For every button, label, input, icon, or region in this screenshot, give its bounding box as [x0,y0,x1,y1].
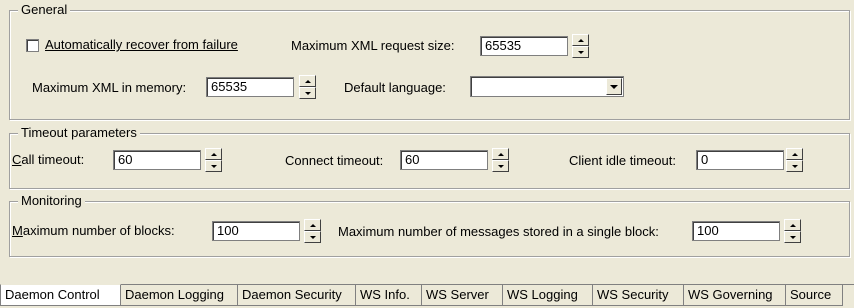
max-blocks-label-accel: M [12,223,23,238]
max-blocks-input[interactable]: 100 [212,221,300,241]
max-messages-label: Maximum number of messages stored in a s… [338,224,659,239]
arrow-down-icon [577,50,584,54]
arrow-up-icon [210,152,217,156]
auto-recover-checkbox[interactable] [26,39,39,52]
tab-ws-info[interactable]: WS Info. [356,285,422,306]
connect-timeout-spinner[interactable] [492,148,509,172]
spin-down-button[interactable] [205,160,222,172]
general-group-title: General [18,2,71,18]
chevron-down-icon [610,84,618,89]
tab-ws-security[interactable]: WS Security [593,285,684,306]
arrow-up-icon [791,152,798,156]
max-xml-request-label: Maximum XML request size: [291,38,455,53]
call-timeout-spinner[interactable] [205,148,222,172]
max-xml-request-spinner[interactable] [572,34,589,58]
spin-down-button[interactable] [299,87,316,99]
spin-up-button[interactable] [205,148,222,160]
arrow-down-icon [304,91,311,95]
spin-down-button[interactable] [492,160,509,172]
call-timeout-label-accel: C [12,152,22,167]
call-timeout-input[interactable]: 60 [113,150,201,170]
client-idle-timeout-spinner[interactable] [786,148,803,172]
spin-up-button[interactable] [784,219,801,231]
spin-up-button[interactable] [786,148,803,160]
max-xml-memory-label: Maximum XML in memory: [32,80,187,95]
arrow-up-icon [309,223,316,227]
call-timeout-label: Call timeout: [12,150,84,170]
max-messages-input[interactable]: 100 [692,221,780,241]
spin-up-button[interactable] [304,219,321,231]
auto-recover-label[interactable]: Automatically recover from failure [45,35,238,55]
spin-down-button[interactable] [304,231,321,243]
default-language-select[interactable] [470,76,624,97]
arrow-up-icon [497,152,504,156]
connect-timeout-input[interactable]: 60 [400,150,488,170]
client-idle-timeout-label: Client idle timeout: [569,153,676,168]
max-blocks-label-rest: aximum number of blocks: [22,223,175,238]
arrow-up-icon [304,79,311,83]
default-language-label: Default language: [344,80,446,95]
tab-strip: Daemon Control Daemon Logging Daemon Sec… [0,284,854,308]
arrow-down-icon [309,235,316,239]
arrow-up-icon [789,223,796,227]
connect-timeout-label: Connect timeout: [285,153,384,168]
tab-daemon-security[interactable]: Daemon Security [238,285,356,306]
max-blocks-spinner[interactable] [304,219,321,243]
max-blocks-label: Maximum number of blocks: [12,221,175,241]
tab-source[interactable]: Source [786,285,843,306]
general-group: General [9,2,850,120]
spin-up-button[interactable] [572,34,589,46]
spin-down-button[interactable] [786,160,803,172]
tab-ws-server[interactable]: WS Server [422,285,503,306]
timeout-group-title: Timeout parameters [18,125,140,141]
arrow-down-icon [791,164,798,168]
client-idle-timeout-input[interactable]: 0 [696,150,784,170]
tab-daemon-control[interactable]: Daemon Control [0,284,121,306]
arrow-up-icon [577,38,584,42]
spin-up-button[interactable] [492,148,509,160]
max-messages-spinner[interactable] [784,219,801,243]
spin-up-button[interactable] [299,75,316,87]
arrow-down-icon [497,164,504,168]
arrow-down-icon [210,164,217,168]
monitoring-group-title: Monitoring [18,193,85,209]
arrow-down-icon [789,235,796,239]
spin-down-button[interactable] [572,46,589,58]
spin-down-button[interactable] [784,231,801,243]
max-xml-memory-spinner[interactable] [299,75,316,99]
tab-daemon-logging[interactable]: Daemon Logging [121,285,238,306]
call-timeout-label-rest: all timeout: [21,152,85,167]
max-xml-memory-input[interactable]: 65535 [206,77,294,97]
tab-ws-governing[interactable]: WS Governing [684,285,786,306]
dropdown-button[interactable] [606,78,622,95]
tab-ws-logging[interactable]: WS Logging [503,285,593,306]
max-xml-request-input[interactable]: 65535 [480,36,568,56]
